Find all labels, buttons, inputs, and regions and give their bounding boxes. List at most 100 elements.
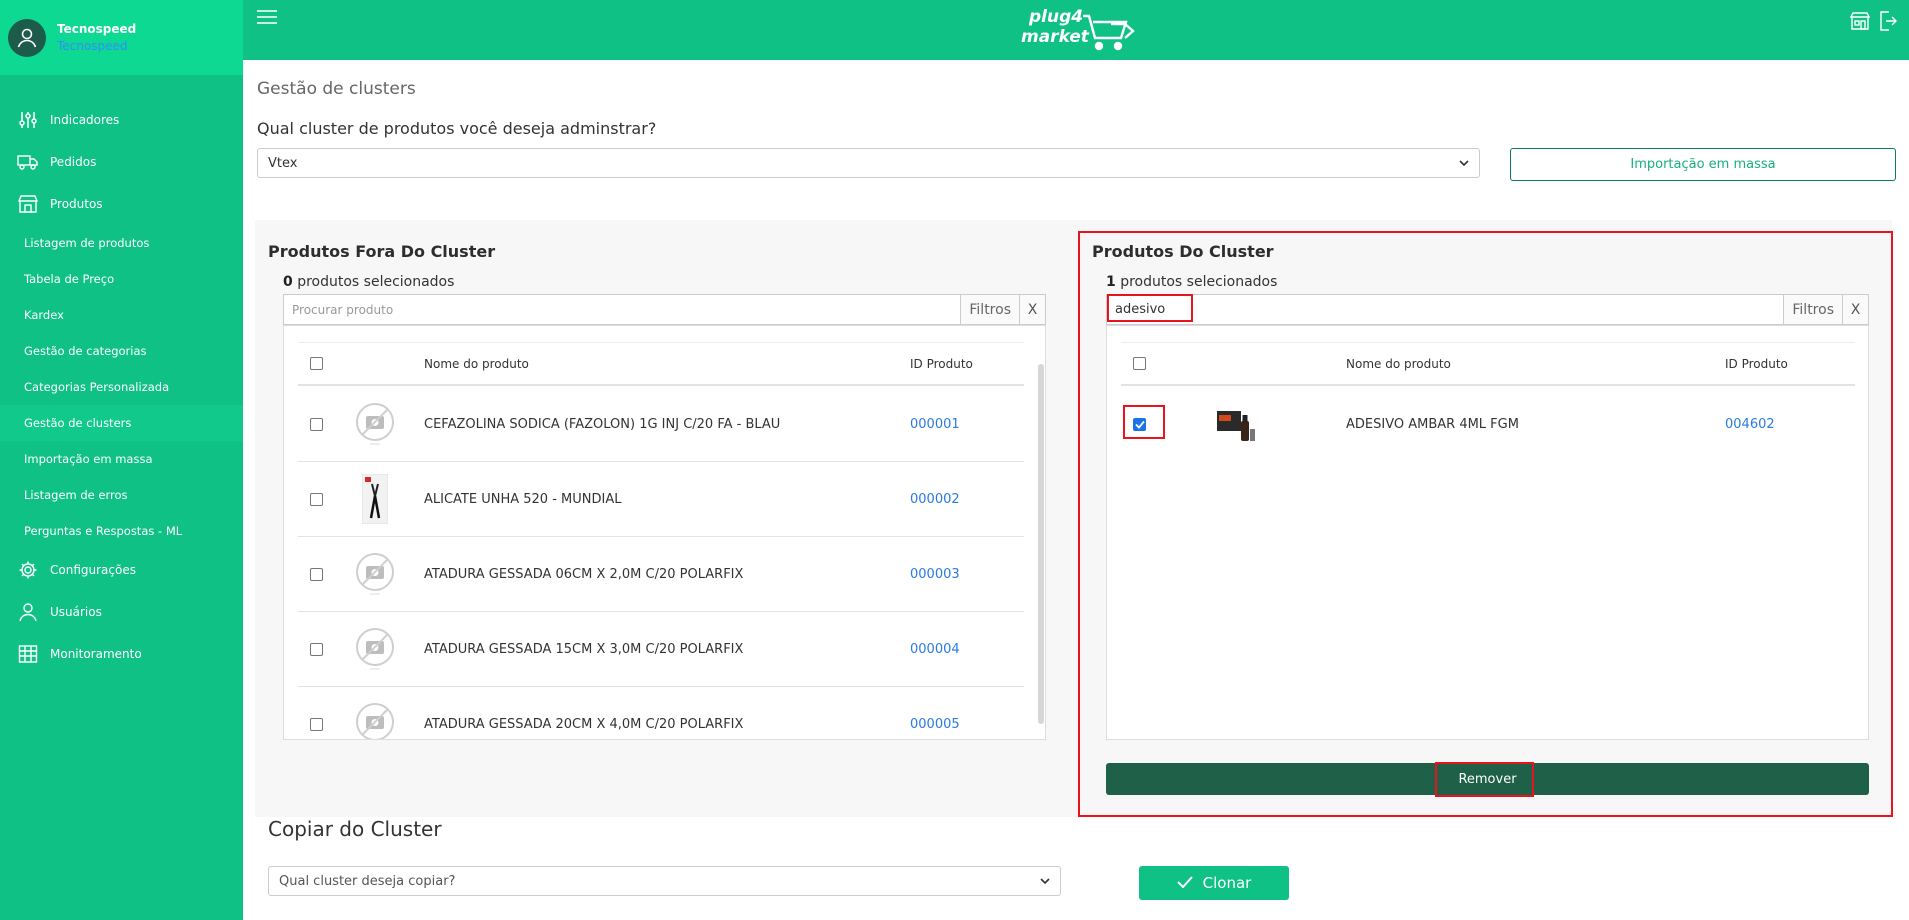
- left-selected-label: produtos selecionados: [292, 274, 455, 290]
- sidebar-item-monitoramento[interactable]: Monitoramento: [0, 633, 243, 675]
- highlight-remove-button: [1435, 762, 1534, 797]
- avatar: [8, 18, 46, 57]
- sidebar-item-produtos[interactable]: Produtos: [0, 183, 243, 225]
- storefront-icon[interactable]: [1849, 11, 1871, 35]
- sliders-icon: [17, 109, 39, 131]
- sidebar-subitem-importacao-massa[interactable]: Importação em massa: [0, 441, 243, 477]
- sidebar-item-usuarios[interactable]: Usuários: [0, 591, 243, 633]
- right-filters-button[interactable]: Filtros: [1783, 295, 1842, 324]
- left-products-table: Nome do produto ID Produto CEFAZOLINA SO…: [283, 325, 1046, 740]
- product-id-link[interactable]: 000001: [910, 387, 960, 461]
- sidebar-item-label: Indicadores: [50, 113, 120, 127]
- product-name: ATADURA GESSADA 06CM X 2,0M C/20 POLARFI…: [424, 566, 744, 582]
- right-selected-count: 1 produtos selecionados: [1106, 274, 1277, 290]
- table-row[interactable]: ATADURA GESSADA 15CM X 3,0M C/20 POLARFI…: [298, 612, 1024, 687]
- sidebar-subitem-listagem-produtos[interactable]: Listagem de produtos: [0, 225, 243, 261]
- cart-icon: [1083, 14, 1135, 51]
- cluster-select[interactable]: Vtex: [257, 148, 1480, 178]
- sidebar-subitem-gestao-categorias[interactable]: Gestão de categorias: [0, 333, 243, 369]
- no-image-icon: [355, 537, 395, 611]
- adhesive-product-image: [1215, 387, 1257, 462]
- column-header-name: Nome do produto: [1346, 356, 1451, 371]
- sidebar-item-indicadores[interactable]: Indicadores: [0, 99, 243, 141]
- sidebar-subitem-perguntas-respostas[interactable]: Perguntas e Respostas - ML: [0, 513, 243, 549]
- right-clear-button[interactable]: X: [1842, 295, 1868, 324]
- sidebar-nav: Indicadores Pedidos Produtos Listagem de…: [0, 99, 243, 675]
- building-icon: [17, 643, 39, 665]
- sidebar-item-label: Usuários: [50, 605, 102, 619]
- table-row[interactable]: ADESIVO AMBAR 4ML FGM 004602: [1121, 387, 1855, 462]
- logout-icon[interactable]: [1879, 11, 1897, 35]
- right-products-table: Nome do produto ID Produto ADESIVO AMBAR…: [1106, 325, 1869, 740]
- column-header-name: Nome do produto: [424, 356, 529, 371]
- chevron-down-icon: [1459, 156, 1469, 171]
- import-mass-button[interactable]: Importação em massa: [1510, 148, 1896, 181]
- product-name: CEFAZOLINA SODICA (FAZOLON) 1G INJ C/20 …: [424, 416, 781, 432]
- right-selected-number: 1: [1106, 274, 1116, 290]
- no-image-icon: [355, 387, 395, 461]
- gear-icon: [17, 559, 39, 581]
- table-scrollbar[interactable]: [1038, 364, 1044, 724]
- table-row[interactable]: CEFAZOLINA SODICA (FAZOLON) 1G INJ C/20 …: [298, 387, 1024, 462]
- user-profile[interactable]: Tecnospeed Tecnospeed: [0, 0, 243, 75]
- product-id-link[interactable]: 000002: [910, 462, 960, 536]
- copy-cluster-placeholder: Qual cluster deseja copiar?: [279, 873, 456, 889]
- hamburger-menu-icon[interactable]: [257, 9, 277, 25]
- product-id-link[interactable]: 000004: [910, 612, 960, 686]
- product-name: ADESIVO AMBAR 4ML FGM: [1346, 417, 1519, 432]
- product-id-link[interactable]: 004602: [1725, 387, 1775, 462]
- no-image-icon: [355, 687, 395, 739]
- right-search-input[interactable]: adesivo: [1107, 295, 1783, 324]
- left-filters-button[interactable]: Filtros: [960, 295, 1019, 324]
- logo-line1: plug4: [1028, 7, 1083, 27]
- cluster-select-value: Vtex: [268, 155, 298, 171]
- highlight-search-value: [1107, 294, 1193, 322]
- logo-line2: market: [1021, 27, 1090, 47]
- clone-button-label: Clonar: [1202, 874, 1252, 892]
- sidebar-item-configuracoes[interactable]: Configurações: [0, 549, 243, 591]
- left-clear-button[interactable]: X: [1019, 295, 1045, 324]
- product-id-link[interactable]: 000003: [910, 537, 960, 611]
- sidebar-subitem-categorias-personalizada[interactable]: Categorias Personalizada: [0, 369, 243, 405]
- sidebar-subitem-listagem-erros[interactable]: Listagem de erros: [0, 477, 243, 513]
- user-icon: [17, 28, 37, 47]
- sidebar-item-label: Configurações: [50, 563, 136, 577]
- product-name: ATADURA GESSADA 15CM X 3,0M C/20 POLARFI…: [424, 641, 744, 657]
- left-panel-title: Produtos Fora Do Cluster: [268, 242, 496, 261]
- row-checkbox[interactable]: [310, 642, 323, 656]
- right-selected-label: produtos selecionados: [1115, 274, 1278, 290]
- right-search-bar: adesivo Filtros X: [1106, 294, 1869, 325]
- left-selected-count: 0 produtos selecionados: [283, 274, 454, 290]
- select-all-checkbox[interactable]: [310, 357, 323, 370]
- sidebar-subitem-tabela-preco[interactable]: Tabela de Preço: [0, 261, 243, 297]
- left-search-input[interactable]: Procurar produto: [284, 295, 960, 324]
- copy-cluster-title: Copiar do Cluster: [268, 817, 442, 841]
- pliers-product-image: [362, 462, 388, 536]
- sidebar-item-label: Produtos: [50, 197, 103, 211]
- sidebar-subitem-gestao-clusters[interactable]: Gestão de clusters: [0, 405, 243, 441]
- right-table-header: Nome do produto ID Produto: [1121, 342, 1855, 386]
- product-id-link[interactable]: 000005: [910, 687, 960, 739]
- table-row[interactable]: ATADURA GESSADA 06CM X 2,0M C/20 POLARFI…: [298, 537, 1024, 612]
- check-icon: [1176, 874, 1193, 892]
- user-company: Tecnospeed: [57, 38, 128, 53]
- chevron-down-icon: [1040, 874, 1050, 889]
- plug4market-logo[interactable]: plug4 market: [1021, 2, 1136, 54]
- table-row[interactable]: ALICATE UNHA 520 - MUNDIAL 000002: [298, 462, 1024, 537]
- sidebar-subitem-kardex[interactable]: Kardex: [0, 297, 243, 333]
- clone-button[interactable]: Clonar: [1139, 866, 1289, 900]
- left-table-header: Nome do produto ID Produto: [298, 342, 1024, 386]
- sidebar-item-pedidos[interactable]: Pedidos: [0, 141, 243, 183]
- truck-icon: [17, 151, 39, 173]
- left-selected-number: 0: [283, 274, 293, 290]
- row-checkbox[interactable]: [310, 417, 323, 431]
- sidebar: Tecnospeed Tecnospeed Indicadores Pedido…: [0, 0, 243, 920]
- column-header-id: ID Produto: [910, 356, 973, 371]
- row-checkbox[interactable]: [310, 492, 323, 506]
- table-row[interactable]: ATADURA GESSADA 20CM X 4,0M C/20 POLARFI…: [298, 687, 1024, 739]
- row-checkbox[interactable]: [310, 717, 323, 731]
- user-name: Tecnospeed: [57, 21, 137, 36]
- select-all-checkbox[interactable]: [1133, 357, 1146, 370]
- copy-cluster-select[interactable]: Qual cluster deseja copiar?: [268, 866, 1061, 896]
- row-checkbox[interactable]: [310, 567, 323, 581]
